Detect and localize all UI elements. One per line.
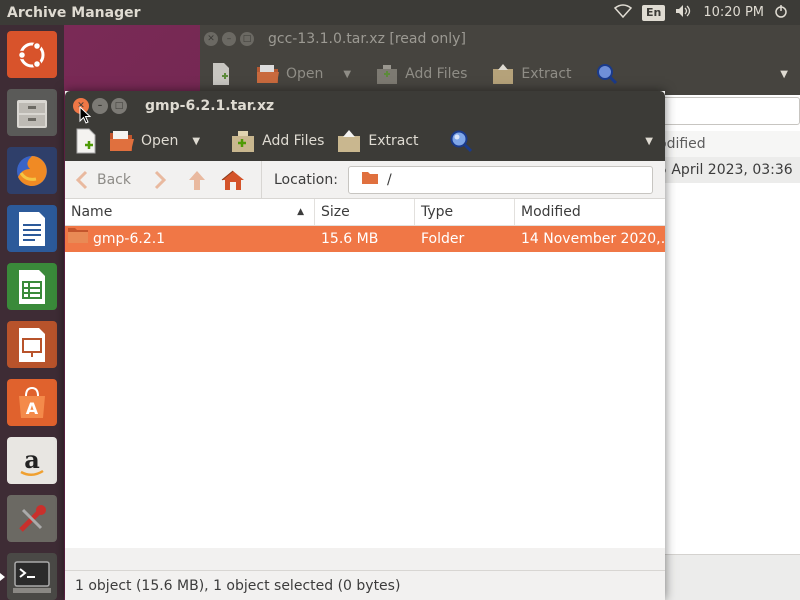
back-label: Back xyxy=(97,171,131,188)
clock[interactable]: 10:20 PM xyxy=(703,5,764,20)
folder-icon xyxy=(361,170,379,189)
search-icon[interactable] xyxy=(449,129,473,153)
bg-maximize-button[interactable]: □ xyxy=(240,32,254,46)
status-bar: 1 object (15.6 MB), 1 object selected (0… xyxy=(65,570,665,600)
libreoffice-writer-icon[interactable] xyxy=(7,205,57,252)
app-menu-icon[interactable]: ▼ xyxy=(645,136,653,147)
file-list-header: Name ▲ Size Type Modified xyxy=(65,199,665,226)
bg-modified-value: 5 April 2023, 03:36 xyxy=(658,162,793,178)
status-text: 1 object (15.6 MB), 1 object selected (0… xyxy=(75,577,401,594)
add-files-button[interactable]: Add Files xyxy=(230,129,324,153)
file-manager-icon[interactable] xyxy=(7,89,57,136)
keyboard-layout-indicator[interactable]: En xyxy=(641,4,666,21)
navigation-bar: Back Location: / xyxy=(65,160,665,199)
bg-new-archive-button[interactable] xyxy=(210,62,232,86)
bg-open-button[interactable]: Open ▼ xyxy=(256,63,351,85)
bg-modified-header[interactable]: odified xyxy=(658,131,706,157)
column-header-type[interactable]: Type xyxy=(415,199,515,225)
open-button[interactable]: Open xyxy=(109,129,178,153)
new-archive-button[interactable] xyxy=(75,128,97,154)
mouse-cursor-icon xyxy=(79,105,92,128)
file-list[interactable]: gmp-6.2.1 15.6 MB Folder 14 November 202… xyxy=(65,226,665,548)
svg-text:a: a xyxy=(24,445,40,474)
indicator-area: En 10:20 PM xyxy=(613,3,800,22)
home-button[interactable] xyxy=(221,169,245,191)
location-label: Location: xyxy=(261,160,338,199)
bg-open-label: Open xyxy=(286,66,324,82)
minimize-button[interactable]: – xyxy=(92,98,108,114)
ubuntu-dash-icon[interactable] xyxy=(7,31,57,78)
app-title: Archive Manager xyxy=(7,4,141,21)
power-icon[interactable] xyxy=(774,4,788,22)
wifi-icon[interactable] xyxy=(613,3,633,22)
bg-minimize-button[interactable]: – xyxy=(222,32,236,46)
archive-manager-window[interactable]: ✕ – □ gmp-6.2.1.tar.xz Open ▼ Add Files … xyxy=(65,91,665,600)
volume-icon[interactable] xyxy=(675,4,693,22)
bg-open-dropdown-icon[interactable]: ▼ xyxy=(343,69,351,80)
location-field[interactable]: / xyxy=(347,165,653,194)
libreoffice-impress-icon[interactable] xyxy=(7,321,57,368)
sort-ascending-icon: ▲ xyxy=(297,207,304,217)
terminal-icon[interactable] xyxy=(0,553,57,600)
bg-close-button[interactable]: ✕ xyxy=(204,32,218,46)
bg-location-field[interactable] xyxy=(660,97,800,125)
forward-button[interactable] xyxy=(153,170,167,190)
amazon-icon[interactable]: a xyxy=(7,437,57,484)
column-header-name[interactable]: Name ▲ xyxy=(65,199,315,225)
maximize-button[interactable]: □ xyxy=(111,98,127,114)
launcher: A a xyxy=(0,25,64,600)
window-titlebar: ✕ – □ gmp-6.2.1.tar.xz xyxy=(65,91,665,121)
bg-add-files-button[interactable]: Add Files xyxy=(375,63,467,85)
row-modified: 14 November 2020,… xyxy=(521,231,665,247)
bg-window-title: gcc-13.1.0.tar.xz [read only] xyxy=(268,31,466,47)
up-button[interactable] xyxy=(187,169,207,191)
toolbar: Open ▼ Add Files Extract ▼ xyxy=(65,121,665,161)
extract-label: Extract xyxy=(368,133,419,149)
folder-icon xyxy=(67,226,89,252)
open-label: Open xyxy=(141,133,179,149)
location-path: / xyxy=(386,171,392,188)
ubuntu-software-icon[interactable]: A xyxy=(7,379,57,426)
system-settings-icon[interactable] xyxy=(7,495,57,542)
firefox-icon[interactable] xyxy=(7,147,57,194)
table-row[interactable]: gmp-6.2.1 15.6 MB Folder 14 November 202… xyxy=(65,226,665,252)
libreoffice-calc-icon[interactable] xyxy=(7,263,57,310)
row-size: 15.6 MB xyxy=(321,231,379,247)
bg-search-icon[interactable] xyxy=(596,63,618,85)
top-panel: Archive Manager En 10:20 PM xyxy=(0,0,800,25)
row-name-cell: gmp-6.2.1 xyxy=(65,226,315,252)
extract-button[interactable]: Extract xyxy=(336,129,419,153)
bg-toolbar: Open ▼ Add Files Extract ▼ xyxy=(200,53,800,95)
row-name: gmp-6.2.1 xyxy=(93,231,166,247)
bg-add-files-label: Add Files xyxy=(405,66,468,82)
column-header-size[interactable]: Size xyxy=(315,199,415,225)
window-title: gmp-6.2.1.tar.xz xyxy=(145,98,275,114)
bg-menu-icon[interactable]: ▼ xyxy=(780,69,788,80)
bg-extract-label: Extract xyxy=(521,66,572,82)
bg-window-titlebar: ✕ – □ gcc-13.1.0.tar.xz [read only] xyxy=(200,25,800,53)
back-button[interactable]: Back xyxy=(75,170,131,190)
column-header-modified[interactable]: Modified xyxy=(515,199,665,225)
row-type: Folder xyxy=(421,231,465,247)
open-dropdown-icon[interactable]: ▼ xyxy=(192,136,200,147)
add-files-label: Add Files xyxy=(262,133,325,149)
bg-extract-button[interactable]: Extract xyxy=(491,63,572,85)
column-name-label: Name xyxy=(71,204,113,220)
svg-text:A: A xyxy=(26,399,39,418)
